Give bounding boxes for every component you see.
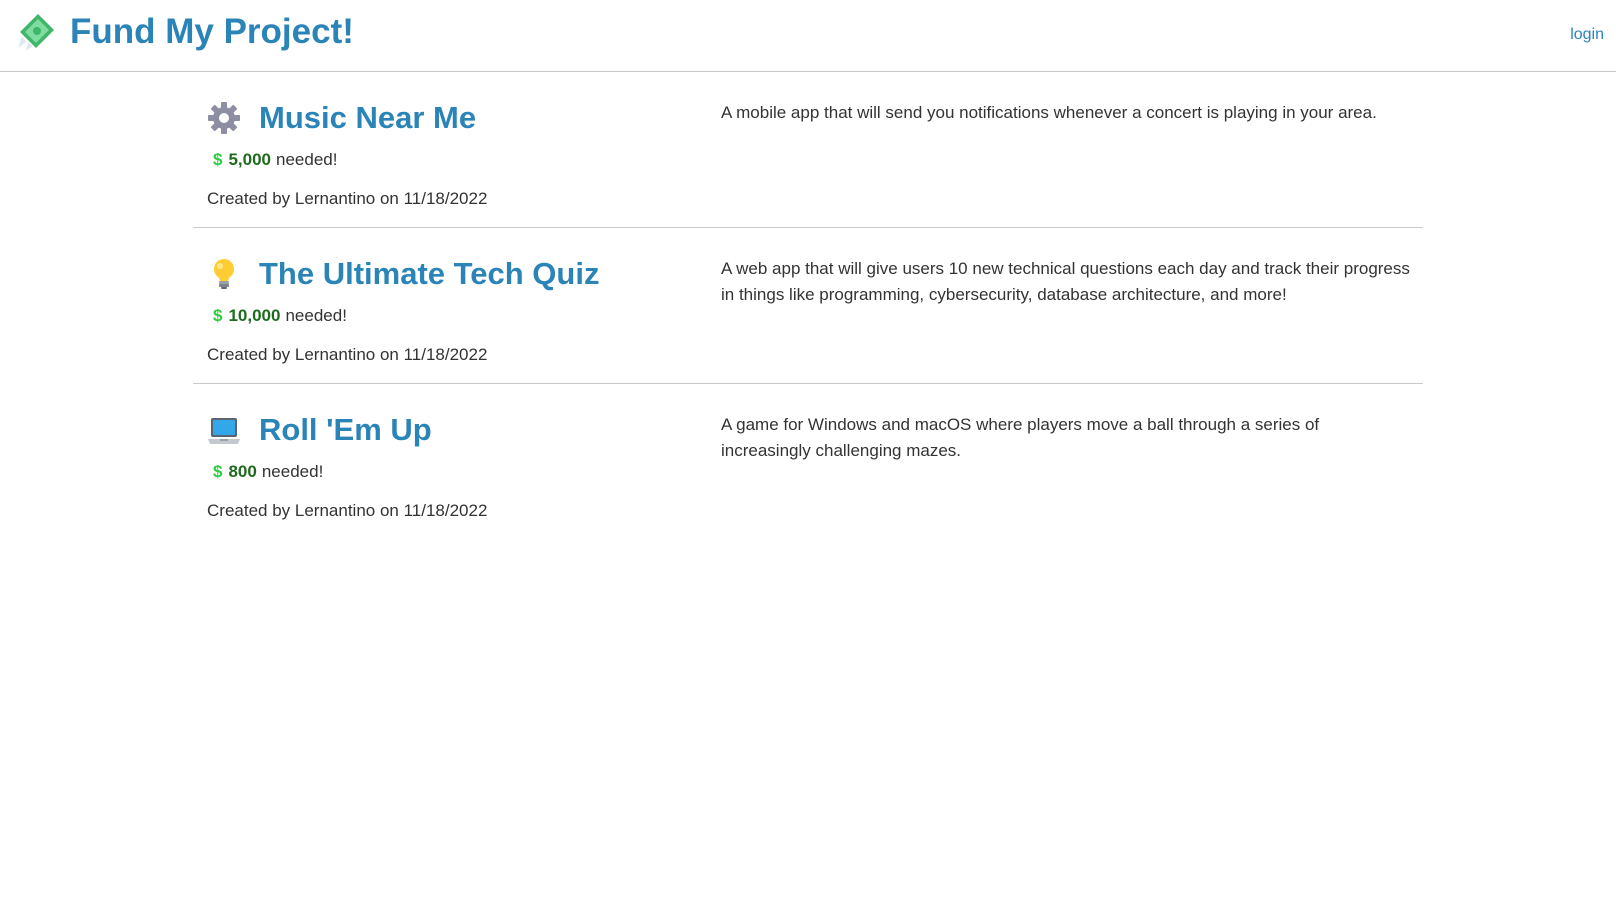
project-description: A game for Windows and macOS where playe…	[721, 415, 1320, 460]
project-card: Music Near Me $ 5,000 needed! Created by…	[193, 72, 1423, 228]
gear-icon	[207, 101, 241, 135]
goal-suffix: needed!	[276, 150, 338, 169]
project-creator: Created by Lernantino on 11/18/2022	[207, 345, 488, 364]
brand-link[interactable]: Fund My Project!	[16, 12, 354, 52]
goal-suffix: needed!	[261, 462, 324, 481]
project-card: Roll 'Em Up $ 800 needed! Created by Ler…	[193, 384, 1423, 540]
project-description: A web app that will give users 10 new te…	[721, 259, 1410, 304]
laptop-icon	[207, 413, 241, 447]
site-title: Fund My Project!	[70, 12, 354, 51]
funding-goal: $ 5,000 needed!	[213, 148, 687, 172]
project-title-link[interactable]: Music Near Me	[259, 100, 476, 136]
goal-amount: 800	[228, 462, 257, 481]
project-summary: Roll 'Em Up $ 800 needed! Created by Ler…	[207, 408, 687, 521]
dollar-icon: $	[213, 462, 223, 481]
project-card: The Ultimate Tech Quiz $ 10,000 needed! …	[193, 228, 1423, 384]
dollar-icon: $	[213, 150, 223, 169]
project-title-row: The Ultimate Tech Quiz	[207, 252, 687, 296]
site-header: Fund My Project! login	[0, 0, 1616, 72]
project-summary: The Ultimate Tech Quiz $ 10,000 needed! …	[207, 252, 687, 365]
project-title-link[interactable]: The Ultimate Tech Quiz	[259, 256, 599, 292]
dollar-icon: $	[213, 306, 223, 325]
funding-goal: $ 800 needed!	[213, 460, 687, 484]
project-title-row: Roll 'Em Up	[207, 408, 687, 452]
funding-goal: $ 10,000 needed!	[213, 304, 687, 328]
lightbulb-icon	[207, 257, 241, 291]
project-summary: Music Near Me $ 5,000 needed! Created by…	[207, 96, 687, 209]
goal-suffix: needed!	[285, 306, 347, 325]
login-link[interactable]: login	[1570, 26, 1604, 44]
goal-amount: 5,000	[228, 150, 272, 169]
project-title-link[interactable]: Roll 'Em Up	[259, 412, 432, 448]
project-creator: Created by Lernantino on 11/18/2022	[207, 501, 488, 520]
project-description: A mobile app that will send you notifica…	[721, 103, 1377, 122]
project-creator: Created by Lernantino on 11/18/2022	[207, 189, 488, 208]
goal-amount: 10,000	[228, 306, 281, 325]
project-list: Music Near Me $ 5,000 needed! Created by…	[193, 72, 1423, 540]
money-with-wings-icon	[16, 12, 56, 52]
project-title-row: Music Near Me	[207, 96, 687, 140]
